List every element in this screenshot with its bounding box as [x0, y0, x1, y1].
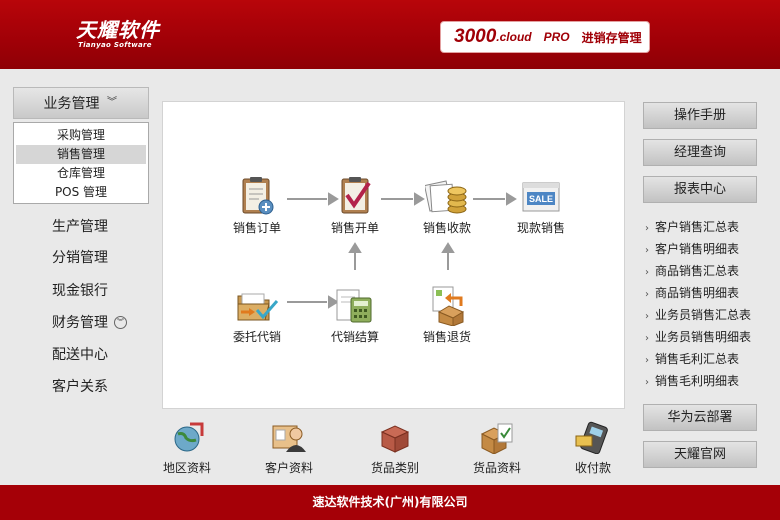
flow-consignment-label: 委托代销 [232, 330, 281, 344]
flow-sales-receipt[interactable]: 销售收款 [407, 175, 487, 236]
flow-consign-settle[interactable]: 代销结算 [315, 284, 395, 345]
report-item[interactable]: › 客户销售明细表 [645, 240, 739, 257]
chevron-up-icon: ︾ [107, 96, 117, 108]
clipboard-plus-icon [242, 177, 274, 215]
flow-consignment[interactable]: 委托代销 [217, 284, 297, 345]
svg-text:SALE: SALE [529, 194, 553, 204]
business-submenu: 采购管理 销售管理 仓库管理 POS 管理 [13, 122, 149, 204]
globe-arrow-icon [174, 422, 204, 452]
flow-arrows [287, 192, 517, 309]
bottom-region-label: 地区资料 [162, 461, 211, 475]
nav-business-management[interactable]: 业务管理 ︾ [13, 87, 149, 119]
nav-finance[interactable]: 财务管理 ︾ [52, 312, 127, 332]
flow-sales-order[interactable]: 销售订单 [217, 175, 297, 236]
submenu-sales[interactable]: 销售管理 [16, 145, 146, 164]
chevron-right-icon: › [645, 267, 649, 278]
report-item[interactable]: › 销售毛利汇总表 [645, 350, 739, 367]
coins-papers-icon [425, 180, 467, 214]
official-site-button[interactable]: 天耀官网 [643, 441, 757, 468]
chevron-right-icon: › [645, 223, 649, 234]
product-pro: PRO [543, 30, 570, 44]
report-item-label: 商品销售汇总表 [655, 264, 740, 278]
sale-tag-icon: SALE [522, 182, 560, 212]
bottom-goods-data[interactable]: 货品资料 [457, 420, 537, 476]
bottom-goods-category[interactable]: 货品类别 [355, 420, 435, 476]
bottom-payments[interactable]: 收付款 [562, 420, 624, 476]
report-item-label: 业务员销售汇总表 [655, 308, 752, 322]
return-box-icon [432, 286, 465, 326]
chevron-right-icon: › [645, 289, 649, 300]
card-terminal-icon [575, 421, 608, 454]
chevron-right-icon: › [645, 333, 649, 344]
product-badge: 3000 .cloud PRO 进销存管理 [440, 21, 650, 53]
submenu-purchase[interactable]: 采购管理 [16, 126, 146, 145]
flow-sales-receipt-label: 销售收款 [422, 221, 471, 235]
report-item[interactable]: › 商品销售汇总表 [645, 262, 739, 279]
flow-sales-invoice[interactable]: 销售开单 [315, 175, 395, 236]
nav-production[interactable]: 生产管理 [52, 216, 108, 236]
manual-button[interactable]: 操作手册 [643, 102, 757, 129]
sales-flow-panel: 销售订单 销售开单 销售收款 SALE 现款销售 委托代销 代销结算 销售退货 [162, 101, 625, 409]
box-category-icon [380, 425, 410, 453]
report-item-label: 销售毛利汇总表 [655, 352, 740, 366]
folder-check-icon [237, 293, 279, 321]
report-item-label: 客户销售明细表 [655, 242, 740, 256]
chevron-right-icon: › [645, 377, 649, 388]
product-cloud: .cloud [496, 30, 532, 44]
product-number: 3000 [454, 26, 497, 47]
flow-consign-settle-label: 代销结算 [330, 330, 379, 344]
report-item-label: 客户销售汇总表 [655, 220, 740, 234]
chevron-right-icon: › [645, 245, 649, 256]
clipboard-check-icon [341, 177, 371, 214]
logo-main: 天耀软件 [76, 18, 160, 42]
nav-cash-bank[interactable]: 现金银行 [52, 280, 108, 300]
report-item[interactable]: › 商品销售明细表 [645, 284, 739, 301]
report-item[interactable]: › 业务员销售明细表 [645, 328, 751, 345]
submenu-warehouse[interactable]: 仓库管理 [16, 164, 146, 183]
customer-card-icon [272, 425, 306, 452]
box-checklist-icon [480, 423, 513, 454]
bottom-customer-label: 客户资料 [264, 461, 313, 475]
footer-company: 速达软件技术(广州)有限公司 [0, 485, 780, 520]
chevron-down-icon: ︾ [114, 315, 127, 329]
bottom-customer-data[interactable]: 客户资料 [249, 420, 329, 476]
report-item-label: 商品销售明细表 [655, 286, 740, 300]
nav-distribution[interactable]: 分销管理 [52, 247, 108, 267]
nav-delivery[interactable]: 配送中心 [52, 344, 108, 364]
header: 天耀软件 Tianyao Software 3000 .cloud PRO 进销… [0, 0, 780, 69]
manager-query-button[interactable]: 经理查询 [643, 139, 757, 166]
bottom-payments-label: 收付款 [574, 461, 611, 475]
bottom-goods-data-label: 货品资料 [472, 461, 521, 475]
flow-sales-return[interactable]: 销售退货 [407, 284, 487, 345]
calculator-icon [336, 289, 372, 323]
nav-customer-relations[interactable]: 客户关系 [52, 376, 108, 396]
report-item-label: 业务员销售明细表 [655, 330, 752, 344]
flow-cash-sale-label: 现款销售 [516, 221, 565, 235]
report-item[interactable]: › 业务员销售汇总表 [645, 306, 751, 323]
report-center-button[interactable]: 报表中心 [643, 176, 757, 203]
flow-sales-order-label: 销售订单 [232, 221, 281, 235]
logo: 天耀软件 Tianyao Software [76, 19, 160, 49]
flow-sales-return-label: 销售退货 [422, 330, 471, 344]
flow-cash-sale[interactable]: SALE 现款销售 [501, 175, 581, 236]
flow-sales-invoice-label: 销售开单 [330, 221, 379, 235]
product-name: 进销存管理 [581, 30, 642, 45]
logo-sub: Tianyao Software [78, 41, 152, 49]
bottom-region-data[interactable]: 地区资料 [147, 420, 227, 476]
bottom-goods-category-label: 货品类别 [370, 461, 419, 475]
nav-business-label: 业务管理 [43, 96, 100, 112]
submenu-pos[interactable]: POS 管理 [16, 183, 146, 202]
huawei-cloud-button[interactable]: 华为云部署 [643, 404, 757, 431]
report-item-label: 销售毛利明细表 [655, 374, 740, 388]
nav-finance-label: 财务管理 [52, 315, 108, 331]
report-item[interactable]: › 销售毛利明细表 [645, 372, 739, 389]
chevron-right-icon: › [645, 311, 649, 322]
report-item[interactable]: › 客户销售汇总表 [645, 218, 739, 235]
chevron-right-icon: › [645, 355, 649, 366]
